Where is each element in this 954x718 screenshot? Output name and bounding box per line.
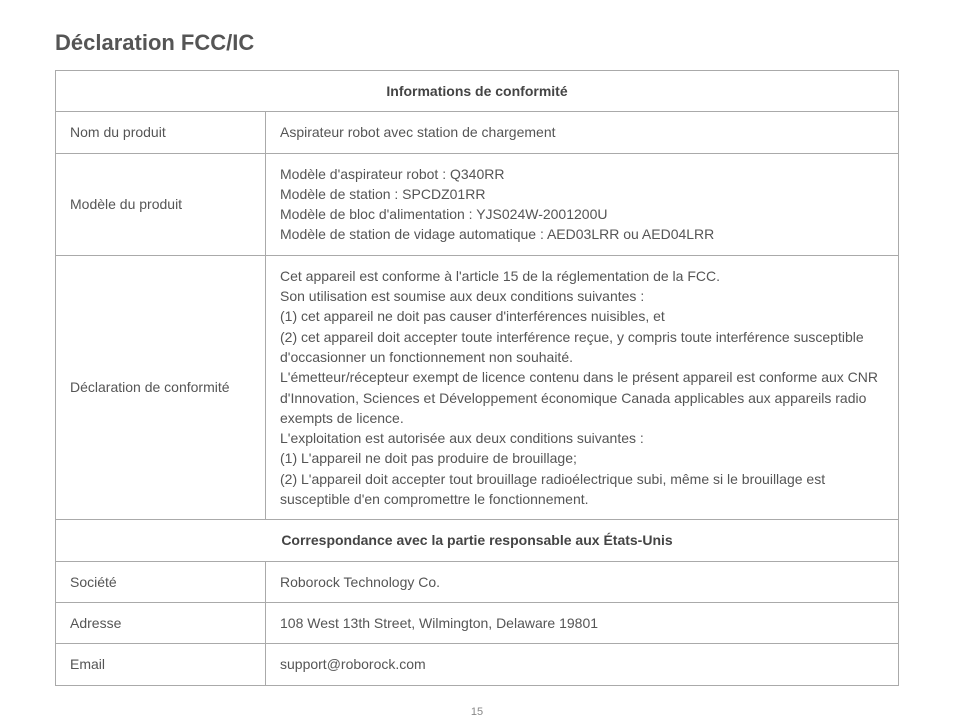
company-label: Société bbox=[56, 561, 266, 602]
product-name-value: Aspirateur robot avec station de chargem… bbox=[266, 112, 899, 153]
table-row: Modèle du produit Modèle d'aspirateur ro… bbox=[56, 153, 899, 255]
table-row: Email support@roborock.com bbox=[56, 644, 899, 685]
declaration-table: Informations de conformité Nom du produi… bbox=[55, 70, 899, 686]
table-row: Nom du produit Aspirateur robot avec sta… bbox=[56, 112, 899, 153]
email-label: Email bbox=[56, 644, 266, 685]
contact-header: Correspondance avec la partie responsabl… bbox=[56, 520, 899, 561]
compliance-statement-label: Déclaration de conformité bbox=[56, 255, 266, 520]
compliance-header: Informations de conformité bbox=[56, 71, 899, 112]
page-title: Déclaration FCC/IC bbox=[55, 30, 899, 56]
table-row: Société Roborock Technology Co. bbox=[56, 561, 899, 602]
product-model-value: Modèle d'aspirateur robot : Q340RR Modèl… bbox=[266, 153, 899, 255]
address-value: 108 West 13th Street, Wilmington, Delawa… bbox=[266, 602, 899, 643]
table-row: Déclaration de conformité Cet appareil e… bbox=[56, 255, 899, 520]
company-value: Roborock Technology Co. bbox=[266, 561, 899, 602]
product-name-label: Nom du produit bbox=[56, 112, 266, 153]
section-header-row: Informations de conformité bbox=[56, 71, 899, 112]
address-label: Adresse bbox=[56, 602, 266, 643]
page-number: 15 bbox=[55, 706, 899, 718]
section-header-row: Correspondance avec la partie responsabl… bbox=[56, 520, 899, 561]
product-model-label: Modèle du produit bbox=[56, 153, 266, 255]
table-row: Adresse 108 West 13th Street, Wilmington… bbox=[56, 602, 899, 643]
compliance-statement-value: Cet appareil est conforme à l'article 15… bbox=[266, 255, 899, 520]
email-value: support@roborock.com bbox=[266, 644, 899, 685]
